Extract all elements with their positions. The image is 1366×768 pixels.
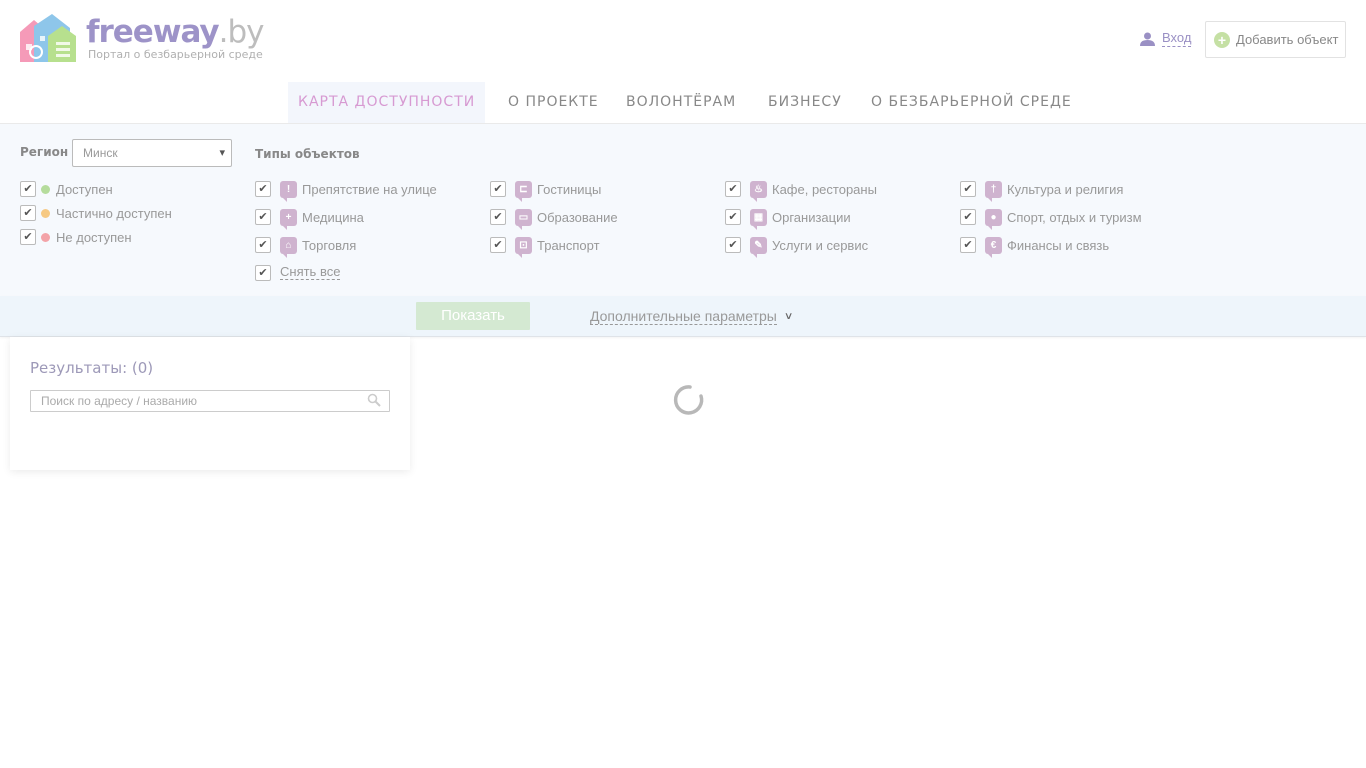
add-object-button[interactable]: + Добавить объект	[1205, 21, 1346, 58]
type-culture: † Культура и религия	[985, 180, 1124, 202]
results-title: Результаты: (0)	[30, 359, 154, 377]
type-organizations: ▦ Организации	[750, 208, 851, 230]
filter-partially-accessible: Частично доступен	[41, 204, 172, 222]
orange-status-dot-icon	[41, 208, 50, 218]
logo-houses-icon	[20, 14, 76, 64]
checkbox-sport[interactable]: ✔	[960, 209, 976, 225]
loading-spinner-icon	[673, 385, 704, 415]
checkbox-services[interactable]: ✔	[725, 237, 741, 253]
type-label: Гостиницы	[537, 181, 602, 197]
login: Вход	[1140, 30, 1192, 47]
header: freeway.by Портал о безбарьерной среде В…	[0, 0, 1366, 82]
shopping-bag-icon: ⌂	[280, 236, 297, 258]
checkbox-accessible[interactable]: ✔	[20, 181, 36, 197]
logo-text: freeway.by Портал о безбарьерной среде	[86, 14, 265, 61]
filter-accessible-label: Доступен	[56, 181, 113, 197]
type-sport: ● Спорт, отдых и туризм	[985, 208, 1142, 230]
wrench-icon: ✎	[750, 236, 767, 258]
type-label: Образование	[537, 209, 618, 225]
nav-item-volunteers[interactable]: ВОЛОНТЁРАМ	[626, 82, 736, 123]
checkbox-culture[interactable]: ✔	[960, 181, 976, 197]
green-status-dot-icon	[41, 184, 50, 194]
type-label: Культура и религия	[1007, 181, 1124, 197]
checkbox-medicine[interactable]: ✔	[255, 209, 271, 225]
checkbox-uncheck-all[interactable]: ✔	[255, 265, 271, 281]
filter-not-accessible-label: Не доступен	[56, 229, 132, 245]
type-street-obstacle: ! Препятствие на улице	[280, 180, 437, 202]
checkbox-partially-accessible[interactable]: ✔	[20, 205, 36, 221]
type-label: Медицина	[302, 209, 364, 225]
type-label: Организации	[772, 209, 851, 225]
chevron-down-icon: ▾	[219, 147, 225, 159]
checkbox-education[interactable]: ✔	[490, 209, 506, 225]
uncheck-all-link[interactable]: Снять все	[280, 264, 341, 280]
type-medicine: + Медицина	[280, 208, 364, 230]
results-panel: Результаты: (0)	[10, 337, 410, 470]
chevron-down-icon: ∨	[783, 311, 794, 322]
type-label: Финансы и связь	[1007, 237, 1110, 253]
cup-icon: ♨	[750, 180, 767, 202]
checkbox-hotels[interactable]: ✔	[490, 181, 506, 197]
book-icon: ▭	[515, 208, 532, 230]
region-select[interactable]: Минск ▾	[72, 139, 232, 167]
object-types-label: Типы объектов	[255, 147, 360, 161]
euro-icon: €	[985, 236, 1002, 258]
building-icon: ▦	[750, 208, 767, 230]
exclamation-icon: !	[280, 180, 297, 202]
bus-icon: ⊡	[515, 236, 532, 258]
show-button[interactable]: Показать	[416, 302, 530, 330]
filter-accessible: Доступен	[41, 180, 113, 198]
search-icon[interactable]	[367, 393, 381, 407]
type-cafes: ♨ Кафе, рестораны	[750, 180, 877, 202]
nav-item-barrier-free[interactable]: О БЕЗБАРЬЕРНОЙ СРЕДЕ	[871, 82, 1072, 123]
type-hotels: ⊏ Гостиницы	[515, 180, 602, 202]
brand-tagline: Портал о безбарьерной среде	[88, 48, 263, 61]
brand-tld: .by	[218, 14, 265, 50]
checkbox-street-obstacle[interactable]: ✔	[255, 181, 271, 197]
add-object-label: Добавить объект	[1236, 32, 1339, 47]
checkbox-organizations[interactable]: ✔	[725, 209, 741, 225]
type-label: Торговля	[302, 237, 357, 253]
nav-item-business[interactable]: БИЗНЕСУ	[768, 82, 842, 123]
search-input[interactable]	[31, 391, 351, 411]
red-status-dot-icon	[41, 232, 50, 242]
user-icon	[1140, 32, 1155, 46]
region-value: Минск	[83, 146, 118, 160]
more-params-toggle[interactable]: Дополнительные параметры ∨	[590, 308, 794, 325]
type-label: Транспорт	[537, 237, 600, 253]
brand-name: freeway	[86, 14, 220, 50]
checkbox-not-accessible[interactable]: ✔	[20, 229, 36, 245]
main-nav: КАРТА ДОСТУПНОСТИ О ПРОЕКТЕ ВОЛОНТЁРАМ Б…	[0, 82, 1366, 124]
type-transport: ⊡ Транспорт	[515, 236, 600, 258]
type-services: ✎ Услуги и сервис	[750, 236, 869, 258]
region-label: Регион	[20, 145, 69, 159]
logo[interactable]: freeway.by Портал о безбарьерной среде	[20, 14, 265, 64]
bed-icon: ⊏	[515, 180, 532, 202]
login-link[interactable]: Вход	[1162, 30, 1192, 47]
type-label: Спорт, отдых и туризм	[1007, 209, 1142, 225]
plus-icon: +	[1214, 31, 1230, 48]
type-label: Услуги и сервис	[772, 237, 869, 253]
filters-panel: Регион Минск ▾ ✔ Доступен ✔ Частично дос…	[0, 124, 1366, 296]
type-label: Кафе, рестораны	[772, 181, 877, 197]
type-finance: € Финансы и связь	[985, 236, 1110, 258]
filter-partially-accessible-label: Частично доступен	[56, 205, 172, 221]
search-box	[30, 390, 390, 412]
nav-item-about[interactable]: О ПРОЕКТЕ	[508, 82, 599, 123]
nav-item-accessibility-map[interactable]: КАРТА ДОСТУПНОСТИ	[288, 82, 486, 123]
medical-cross-icon: +	[280, 208, 297, 230]
type-trade: ⌂ Торговля	[280, 236, 357, 258]
checkbox-trade[interactable]: ✔	[255, 237, 271, 253]
checkbox-cafes[interactable]: ✔	[725, 181, 741, 197]
action-bar: Показать Дополнительные параметры ∨	[0, 296, 1366, 337]
culture-icon: †	[985, 180, 1002, 202]
type-label: Препятствие на улице	[302, 181, 437, 197]
filter-not-accessible: Не доступен	[41, 228, 132, 246]
type-education: ▭ Образование	[515, 208, 618, 230]
more-params-label: Дополнительные параметры	[590, 308, 777, 325]
sport-icon: ●	[985, 208, 1002, 230]
checkbox-finance[interactable]: ✔	[960, 237, 976, 253]
checkbox-transport[interactable]: ✔	[490, 237, 506, 253]
uncheck-all: Снять все	[280, 263, 341, 281]
